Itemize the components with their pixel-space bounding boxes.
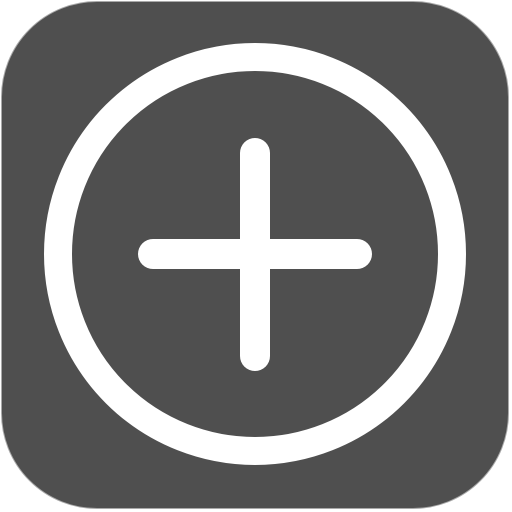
add-circle-icon [0,0,512,512]
app-icon-canvas [0,0,512,512]
